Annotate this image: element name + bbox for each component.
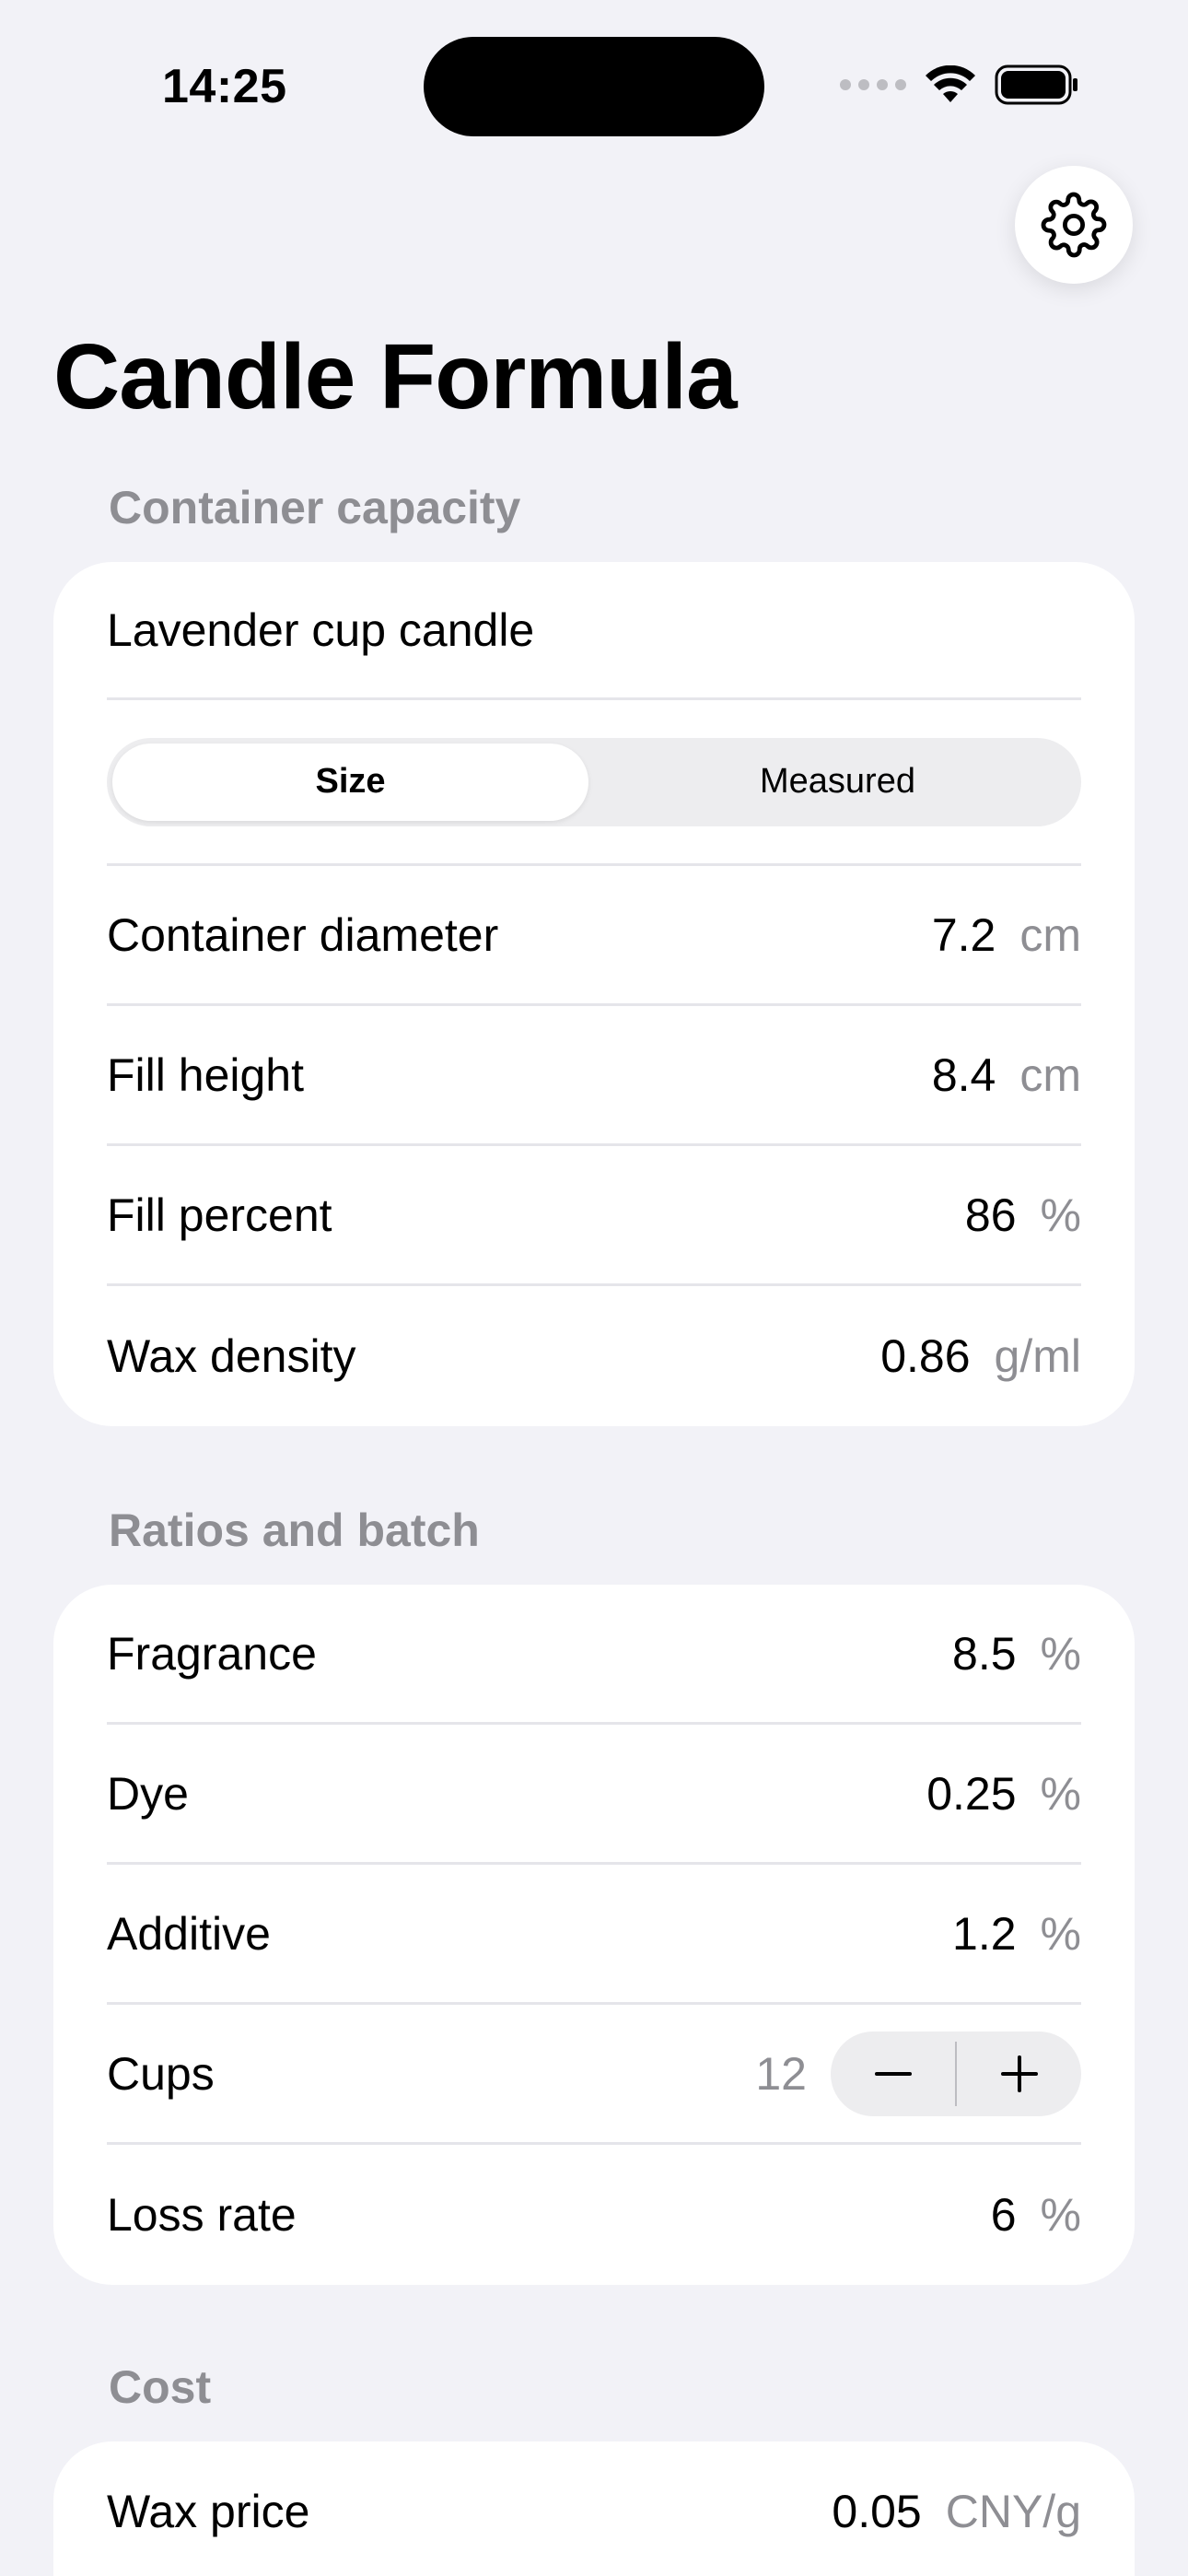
- capacity-mode-segmented-control: Size Measured: [107, 737, 1081, 826]
- page-title: Candle Formula: [53, 325, 738, 428]
- screen: 14:25 Candle Formula Container capacity: [0, 0, 1188, 2576]
- wax-price-row[interactable]: Wax price 0.05 CNY/g: [107, 2441, 1081, 2576]
- row-label: Additive: [107, 1907, 271, 1960]
- row-unit: g/ml: [994, 1330, 1081, 1382]
- row-unit: %: [1040, 1767, 1081, 1820]
- section-header-container: Container capacity: [109, 482, 521, 533]
- wax-price-value[interactable]: 0.05: [832, 2485, 921, 2538]
- battery-icon: [995, 64, 1077, 105]
- cellular-signal-icon: [840, 79, 906, 90]
- segment-size[interactable]: Size: [112, 743, 588, 821]
- candle-name-field[interactable]: Lavender cup candle: [107, 562, 1081, 700]
- ratios-card: Fragrance 8.5 % Dye 0.25 % Additive 1.2 …: [53, 1585, 1135, 2285]
- container-card: Lavender cup candle Size Measured Contai…: [53, 562, 1135, 1426]
- segment-measured[interactable]: Measured: [600, 744, 1076, 821]
- wax-density-value[interactable]: 0.86: [880, 1329, 970, 1383]
- cost-card: Wax price 0.05 CNY/g: [53, 2441, 1135, 2576]
- cups-row: Cups 12: [107, 2005, 1081, 2145]
- increment-button[interactable]: [957, 2032, 1081, 2116]
- wifi-icon: [926, 65, 975, 102]
- settings-button[interactable]: [1015, 166, 1133, 284]
- row-unit: %: [1040, 2189, 1081, 2241]
- fragrance-row[interactable]: Fragrance 8.5 %: [107, 1585, 1081, 1725]
- container-diameter-value[interactable]: 7.2: [932, 908, 996, 962]
- plus-icon: [1000, 2055, 1038, 2092]
- fragrance-value[interactable]: 8.5: [952, 1627, 1017, 1680]
- loss-rate-row[interactable]: Loss rate 6 %: [107, 2145, 1081, 2285]
- additive-row[interactable]: Additive 1.2 %: [107, 1865, 1081, 2005]
- fill-percent-value[interactable]: 86: [965, 1188, 1017, 1242]
- additive-value[interactable]: 1.2: [952, 1907, 1017, 1961]
- row-unit: cm: [1019, 908, 1081, 961]
- row-label: Wax price: [107, 2486, 310, 2537]
- row-label: Fragrance: [107, 1627, 317, 1680]
- row-label: Cups: [107, 2047, 215, 2100]
- dynamic-island: [424, 37, 764, 136]
- loss-rate-value[interactable]: 6: [991, 2188, 1017, 2242]
- status-bar: 14:25: [0, 0, 1188, 147]
- row-unit: %: [1040, 1188, 1081, 1241]
- row-unit: CNY/g: [945, 2486, 1081, 2537]
- minus-icon: [874, 2071, 912, 2076]
- fill-percent-row[interactable]: Fill percent 86 %: [107, 1146, 1081, 1286]
- row-label: Fill height: [107, 1048, 304, 1101]
- status-time: 14:25: [162, 60, 287, 113]
- wax-density-row[interactable]: Wax density 0.86 g/ml: [107, 1286, 1081, 1426]
- section-header-cost: Cost: [109, 2361, 212, 2413]
- row-unit: %: [1040, 1907, 1081, 1960]
- decrement-button[interactable]: [831, 2032, 955, 2116]
- dye-row[interactable]: Dye 0.25 %: [107, 1725, 1081, 1865]
- container-diameter-row[interactable]: Container diameter 7.2 cm: [107, 866, 1081, 1006]
- fill-height-row[interactable]: Fill height 8.4 cm: [107, 1006, 1081, 1146]
- gear-icon: [1041, 192, 1107, 258]
- capacity-mode-segment-row: Size Measured: [107, 700, 1081, 866]
- row-label: Dye: [107, 1767, 189, 1820]
- cups-value: 12: [755, 2047, 807, 2100]
- row-label: Loss rate: [107, 2189, 297, 2241]
- row-label: Wax density: [107, 1330, 356, 1382]
- row-label: Fill percent: [107, 1188, 332, 1241]
- row-unit: cm: [1019, 1048, 1081, 1101]
- section-header-ratios: Ratios and batch: [109, 1505, 480, 1556]
- status-icons: [840, 64, 1079, 105]
- dye-value[interactable]: 0.25: [926, 1767, 1016, 1821]
- cups-stepper: [831, 2031, 1081, 2116]
- row-label: Container diameter: [107, 908, 499, 961]
- fill-height-value[interactable]: 8.4: [932, 1048, 996, 1102]
- row-unit: %: [1040, 1627, 1081, 1680]
- candle-name-value: Lavender cup candle: [107, 603, 535, 656]
